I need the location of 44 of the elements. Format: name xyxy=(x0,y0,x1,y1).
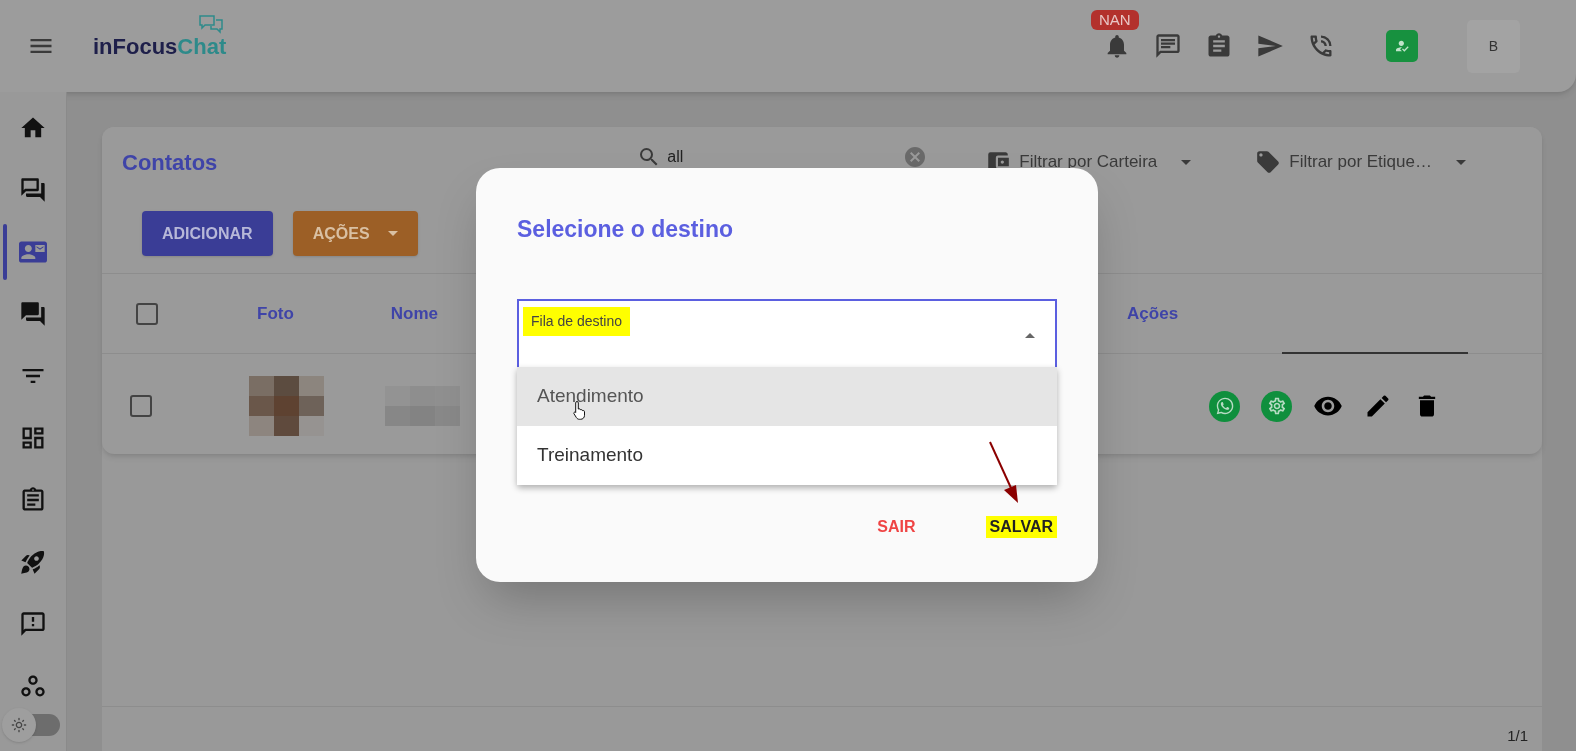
caret-icon xyxy=(1456,159,1466,165)
annotation-arrow xyxy=(987,440,1021,506)
actions-menu-button[interactable]: AÇÕES xyxy=(292,211,418,256)
clear-icon[interactable] xyxy=(903,145,928,169)
dialog-title: Selecione o destino xyxy=(517,215,734,244)
tag-icon xyxy=(1255,149,1282,175)
whatsapp-icon xyxy=(1214,396,1235,416)
row-checkbox[interactable] xyxy=(130,395,152,417)
whatsapp-settings-button[interactable] xyxy=(1261,390,1292,422)
filter-dropdown[interactable]: Filtrar por Etique… xyxy=(1255,149,1466,175)
field-label: Fila de destino xyxy=(523,307,631,336)
add-button[interactable]: ADICIONAR xyxy=(142,211,273,256)
filter-dropdown[interactable]: Filtrar por Carteira xyxy=(985,149,1216,175)
user-check-icon xyxy=(1394,38,1410,54)
column-header: Nome xyxy=(390,302,439,325)
chat-bubbles-icon[interactable] xyxy=(19,176,47,204)
theme-toggle[interactable] xyxy=(2,708,62,742)
logo: inFocusChat xyxy=(93,29,227,63)
column-header: Ações xyxy=(1127,302,1179,325)
whatsapp-button[interactable] xyxy=(1209,390,1240,422)
caret-icon xyxy=(1025,333,1035,338)
rocket-icon[interactable] xyxy=(19,548,47,576)
dropdown-option[interactable]: Atendimento xyxy=(517,367,1057,426)
page-title: Contatos xyxy=(122,149,218,177)
save-button[interactable]: SALVAR xyxy=(985,516,1057,538)
search-field[interactable]: all xyxy=(637,141,928,173)
chat-flag-icon[interactable] xyxy=(19,610,47,638)
chat-bubbles-icon[interactable] xyxy=(19,300,47,328)
pagination-text: 1/1 xyxy=(1507,725,1528,746)
chat-bubbles-icon xyxy=(198,13,225,34)
select-all-checkbox[interactable] xyxy=(136,302,158,325)
exit-button[interactable]: SAIR xyxy=(873,516,920,538)
user-check-button[interactable] xyxy=(1386,30,1418,62)
caret-icon xyxy=(387,231,398,236)
dropdown-option[interactable]: Treinamento xyxy=(517,426,1057,485)
avatar[interactable]: B xyxy=(1467,19,1520,73)
queue-select[interactable]: Fila de destino xyxy=(517,299,1057,367)
column-header: Foto xyxy=(257,302,294,325)
sun-icon xyxy=(11,717,27,733)
notification-badge: NAN xyxy=(1091,10,1139,30)
gear-icon xyxy=(1266,396,1287,416)
chat-icon[interactable] xyxy=(1154,32,1182,60)
hand-cursor-icon xyxy=(573,400,587,420)
caret-icon xyxy=(1181,159,1192,165)
